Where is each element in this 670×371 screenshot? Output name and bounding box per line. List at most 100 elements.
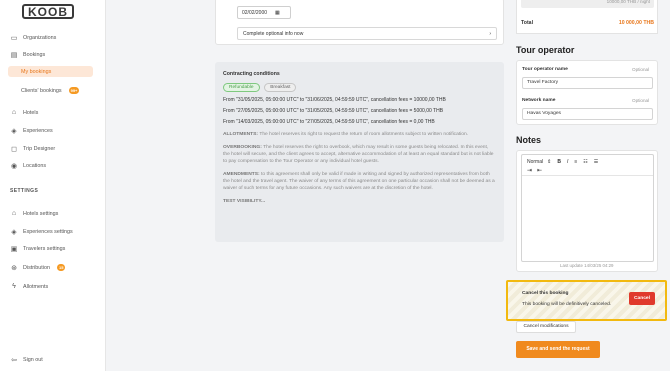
nav-label: Locations: [23, 162, 47, 169]
birthdate-value: 02/02/2000: [242, 9, 268, 16]
network-name-input[interactable]: Havas Voyages: [522, 108, 653, 120]
overbooking-label: OVERBOOKING:: [223, 145, 262, 150]
cancel-booking-subtitle: This booking will be definitively cancel…: [522, 302, 612, 307]
sign-out-label: Sign out: [23, 356, 43, 363]
italic-icon[interactable]: I: [567, 159, 568, 165]
overbooking-text: The hotel reserves the right to overbook…: [223, 145, 494, 164]
optional-info-label: Complete optional info now: [243, 30, 304, 37]
nav-label: Distribution: [23, 264, 50, 271]
nav-label: Trip Designer: [23, 145, 56, 152]
experiences-icon: ◈: [11, 127, 17, 135]
nav-label: Hotels settings: [23, 210, 59, 217]
test-visibility-label: TEST VISIBILITY...: [223, 198, 496, 205]
ordered-list-icon[interactable]: ☷: [583, 159, 587, 165]
travelers-icon: ▣: [10, 245, 18, 253]
text-style-select[interactable]: Normal ⇕: [527, 159, 551, 165]
cancel-booking-button[interactable]: Cancel: [629, 292, 655, 305]
notes-toolbar: Normal ⇕ B I ≡ ☷ ☰: [522, 155, 653, 165]
select-arrows-icon: ⇕: [547, 159, 552, 165]
trip-icon: ◻: [11, 145, 17, 153]
allotments-paragraph: ALLOTMENTS: The hotel reserves its right…: [223, 131, 496, 138]
hotel-settings-icon: ⌂: [11, 210, 17, 217]
price-per-night-field: 10000,00 THB / night: [521, 0, 654, 8]
cancellation-fee-line: From "14/03/2025, 05:00:00 UTC" to "27/0…: [223, 119, 435, 125]
allotments-text: The hotel reserves its right to request …: [259, 132, 469, 137]
amendments-paragraph: AMENDMENTS: to this agreement shall only…: [223, 171, 496, 192]
sidebar: KOOB ▭ Organizations ▤ Bookings My bookings C…: [0, 0, 106, 371]
indent-icon[interactable]: ⇥: [527, 167, 532, 174]
overbooking-paragraph: OVERBOOKING: The hotel reserves the righ…: [223, 144, 496, 165]
nav-label: Experiences: [23, 127, 53, 134]
save-and-send-button[interactable]: Save and send the request: [516, 341, 600, 358]
outdent-icon[interactable]: ⇤: [537, 167, 542, 174]
cancellation-fee-line: From "31/05/2025, 05:00:00 UTC" to "31/0…: [223, 97, 446, 103]
birthdate-input[interactable]: 02/02/2000 ▦: [237, 6, 291, 19]
settings-item-travelers-settings[interactable]: ▣ Travelers settings: [10, 243, 66, 254]
align-icon[interactable]: ≡: [574, 159, 577, 165]
hotel-icon: ⌂: [11, 109, 17, 116]
text-style-value: Normal: [527, 159, 544, 165]
nav-label: Hotels: [23, 109, 39, 116]
experiences-settings-icon: ◈: [11, 228, 17, 236]
sidebar-item-clients-bookings[interactable]: Clients' bookings 99+: [21, 85, 80, 96]
sidebar-item-bookings[interactable]: ▤ Bookings: [10, 49, 46, 60]
distribution-icon: ⊛: [11, 264, 17, 272]
nav-label: Organizations: [23, 34, 57, 41]
sidebar-item-experiences[interactable]: ◈ Experiences: [10, 125, 53, 136]
location-icon: ◉: [10, 162, 18, 170]
total-row: Total 10 000,00 THB: [521, 20, 654, 26]
tag-refundable: Refundable: [223, 83, 260, 92]
contracting-conditions-panel: Contracting conditions Refundable Breakf…: [215, 62, 504, 242]
sidebar-item-my-bookings[interactable]: My bookings: [8, 66, 93, 77]
chevron-right-icon: ›: [489, 30, 491, 37]
optional-hint: Optional: [632, 67, 650, 72]
tag-breakfast: Breakfast: [264, 83, 297, 92]
bullet-list-icon[interactable]: ☰: [594, 159, 598, 165]
notes-toolbar-row2: ⇥ ⇤: [522, 165, 653, 176]
notes-title: Notes: [516, 135, 542, 145]
org-icon: ▭: [10, 34, 18, 42]
nav-label: My bookings: [21, 68, 52, 75]
optional-hint: Optional: [632, 98, 650, 103]
complete-optional-info-button[interactable]: Complete optional info now ›: [237, 27, 497, 40]
koob-logo[interactable]: KOOB: [22, 4, 74, 19]
settings-item-distribution[interactable]: ⊛ Distribution 15: [10, 262, 66, 273]
allotments-icon: ϟ: [12, 283, 16, 290]
tour-operator-title: Tour operator: [516, 45, 575, 55]
nav-label: Clients' bookings: [21, 87, 62, 94]
sign-out-icon: ⇦: [11, 356, 17, 364]
sidebar-item-locations[interactable]: ◉ Locations: [10, 160, 46, 171]
total-label: Total: [521, 20, 534, 26]
conditions-title: Contracting conditions: [223, 71, 280, 77]
cancel-booking-title: Cancel this booking: [522, 291, 569, 296]
sign-out-link[interactable]: ⇦ Sign out: [10, 354, 43, 365]
tour-operator-name-input[interactable]: Travel Factory: [522, 77, 653, 89]
bold-icon[interactable]: B: [557, 159, 561, 165]
settings-item-allotments[interactable]: ϟ Allotments: [10, 281, 48, 292]
amendments-label: AMENDMENTS:: [223, 172, 260, 177]
sidebar-item-trip-designer[interactable]: ◻ Trip Designer: [10, 143, 55, 154]
sidebar-item-organizations[interactable]: ▭ Organizations: [10, 32, 57, 43]
count-badge: 99+: [68, 87, 80, 94]
cancellation-fee-line: From "27/05/2025, 05:00:00 UTC" to "31/0…: [223, 108, 444, 114]
notes-editor[interactable]: Normal ⇕ B I ≡ ☷ ☰ ⇥ ⇤: [521, 154, 654, 262]
allotments-label: ALLOTMENTS:: [223, 132, 259, 137]
nav-label: Experiences settings: [23, 228, 73, 235]
total-amount: 10 000,00 THB: [618, 20, 654, 26]
settings-section-title: SETTINGS: [10, 188, 39, 194]
amendments-text: to this agreement shall only be valid if…: [223, 172, 495, 191]
settings-item-hotels-settings[interactable]: ⌂ Hotels settings: [10, 208, 58, 219]
test-visibility-text: TEST VISIBILITY...: [223, 199, 266, 204]
cancel-booking-panel: Cancel this booking This booking will be…: [506, 280, 667, 321]
calendar-icon[interactable]: ▦: [275, 10, 280, 16]
nav-label: Bookings: [23, 51, 46, 58]
count-badge: 15: [56, 264, 66, 271]
sidebar-item-hotels[interactable]: ⌂ Hotels: [10, 107, 38, 118]
nav-label: Allotments: [23, 283, 49, 290]
network-name-label: Network name: [522, 98, 556, 103]
tour-operator-name-label: Tour operator name: [522, 67, 568, 72]
last-update-text: Last update 14/03/25 04:29: [560, 263, 614, 268]
cancel-modifications-button[interactable]: Cancel modifications: [516, 321, 576, 333]
settings-item-experiences-settings[interactable]: ◈ Experiences settings: [10, 226, 73, 237]
bookings-icon: ▤: [10, 51, 18, 59]
